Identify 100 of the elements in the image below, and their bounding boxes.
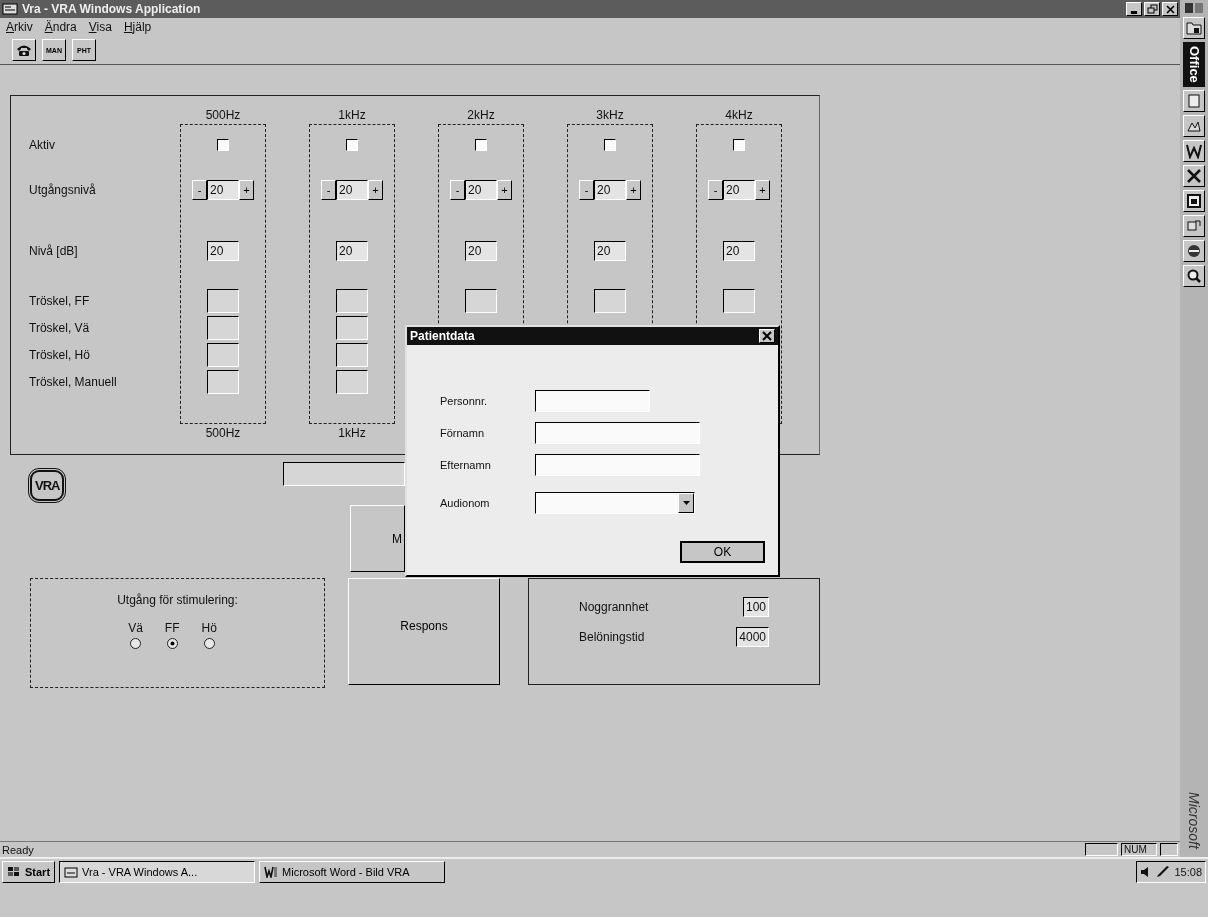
threshold-field[interactable]	[336, 342, 368, 367]
decrease-button[interactable]: -	[708, 180, 723, 200]
status-pane	[1085, 843, 1118, 856]
threshold-field[interactable]	[207, 342, 239, 367]
restore-button[interactable]	[1144, 2, 1160, 16]
input-field[interactable]	[283, 462, 405, 486]
frequency-label: 4kHz	[725, 108, 753, 122]
close-icon	[1164, 3, 1176, 15]
logo: VRA	[30, 470, 65, 501]
setting-field[interactable]: 100	[742, 597, 769, 617]
phone-button[interactable]	[12, 39, 36, 61]
search-icon	[1186, 267, 1202, 284]
level-field[interactable]: 20	[336, 241, 368, 261]
menu-item[interactable]: Visa	[88, 20, 112, 34]
shortcut-button[interactable]	[1183, 264, 1205, 287]
level-field[interactable]: 20	[594, 241, 626, 261]
close-icon	[762, 331, 772, 341]
dropdown[interactable]	[535, 492, 695, 514]
minimize-button[interactable]	[1126, 2, 1142, 16]
row-label: Tröskel, Vä	[29, 320, 90, 335]
threshold-field[interactable]	[594, 288, 626, 313]
frequency-label: 1kHz	[338, 426, 366, 440]
input-field[interactable]	[535, 390, 650, 412]
radio-button[interactable]	[130, 638, 141, 649]
checkbox[interactable]	[217, 139, 229, 151]
frequency-label: 500Hz	[205, 108, 241, 122]
shortcut-button[interactable]	[1183, 139, 1205, 162]
shortcut-button[interactable]	[1183, 164, 1205, 187]
folder-icon	[1186, 20, 1202, 36]
setting-field[interactable]: 4000	[736, 627, 769, 647]
pen-icon	[1156, 866, 1171, 878]
threshold-field[interactable]	[207, 315, 239, 340]
close-button[interactable]	[1162, 2, 1178, 16]
increase-button[interactable]: +	[239, 180, 254, 200]
decrease-button[interactable]: -	[321, 180, 336, 200]
threshold-field[interactable]	[336, 315, 368, 340]
field-label: Personnr.	[440, 395, 489, 407]
checkbox[interactable]	[475, 139, 487, 151]
office-button[interactable]	[1183, 17, 1205, 39]
increase-button[interactable]: +	[368, 180, 383, 200]
threshold-field[interactable]	[207, 369, 239, 394]
minimize-icon	[1130, 10, 1138, 14]
menu-item[interactable]: Arkiv	[6, 20, 33, 34]
setting-label: Noggrannhet	[579, 600, 650, 614]
increase-button[interactable]: +	[497, 180, 512, 200]
menu-item[interactable]: Ändra	[44, 20, 77, 34]
checkbox[interactable]	[733, 139, 745, 151]
office-menu-icon[interactable]	[1184, 2, 1204, 14]
shortcut-button[interactable]	[1183, 239, 1205, 262]
shortcut-button[interactable]	[1183, 214, 1205, 237]
threshold-field[interactable]	[723, 288, 755, 313]
windows-logo-icon	[7, 866, 21, 878]
dialog-title: Patientdata	[410, 329, 475, 343]
decrease-button[interactable]: -	[192, 180, 207, 200]
output-level-field[interactable]: 20	[465, 180, 497, 200]
threshold-field[interactable]	[336, 369, 368, 394]
brand-text: Microsoft	[1186, 792, 1202, 849]
action-button[interactable]: M	[350, 505, 405, 572]
shortcut-button[interactable]	[1183, 89, 1205, 112]
field-label: Efternamn	[440, 459, 492, 471]
office-title: Office	[1183, 42, 1205, 87]
threshold-field[interactable]	[465, 288, 497, 313]
level-field[interactable]: 20	[465, 241, 497, 261]
output-level-field[interactable]: 20	[723, 180, 755, 200]
taskbar-button[interactable]: Vra - VRA Windows A...	[59, 861, 256, 883]
group-title: Utgång för stimulering:	[117, 593, 238, 607]
checkbox[interactable]	[604, 139, 616, 151]
shortcut-button[interactable]	[1183, 189, 1205, 212]
radio-label: FF	[164, 621, 180, 635]
clock: 15:08	[1174, 866, 1202, 878]
row-label: Utgångsnivå	[29, 183, 96, 197]
checkbox[interactable]	[346, 139, 358, 151]
input-field[interactable]	[535, 454, 700, 476]
row-label: Tröskel, Manuell	[29, 374, 117, 389]
respons-button[interactable]: Respons	[348, 578, 500, 685]
shortcut-button[interactable]	[1183, 114, 1205, 137]
taskbar-button[interactable]: Microsoft Word - Bild VRA	[259, 861, 446, 883]
radio-label: Vä	[128, 621, 143, 635]
level-field[interactable]: 20	[207, 241, 239, 261]
frequency-label: 1kHz	[338, 108, 366, 122]
output-level-field[interactable]: 20	[594, 180, 626, 200]
menu-item[interactable]: Hjälp	[123, 20, 152, 34]
increase-button[interactable]: +	[755, 180, 770, 200]
start-button[interactable]: Start	[2, 861, 56, 883]
radio-button[interactable]	[166, 638, 178, 649]
frequency-label: 3kHz	[596, 108, 624, 122]
dropdown-arrow-icon	[682, 501, 690, 505]
radio-button[interactable]	[203, 638, 215, 649]
close-button[interactable]	[759, 329, 775, 343]
decrease-button[interactable]: -	[450, 180, 465, 200]
increase-button[interactable]: +	[626, 180, 641, 200]
input-field[interactable]	[535, 422, 700, 444]
output-level-field[interactable]: 20	[336, 180, 368, 200]
level-field[interactable]: 20	[723, 241, 755, 261]
window-title: Vra - VRA Windows Application	[22, 2, 201, 16]
threshold-field[interactable]	[207, 288, 239, 313]
decrease-button[interactable]: -	[579, 180, 594, 200]
output-level-field[interactable]: 20	[207, 180, 239, 200]
threshold-field[interactable]	[336, 288, 368, 313]
ok-button[interactable]: OK	[680, 541, 765, 563]
